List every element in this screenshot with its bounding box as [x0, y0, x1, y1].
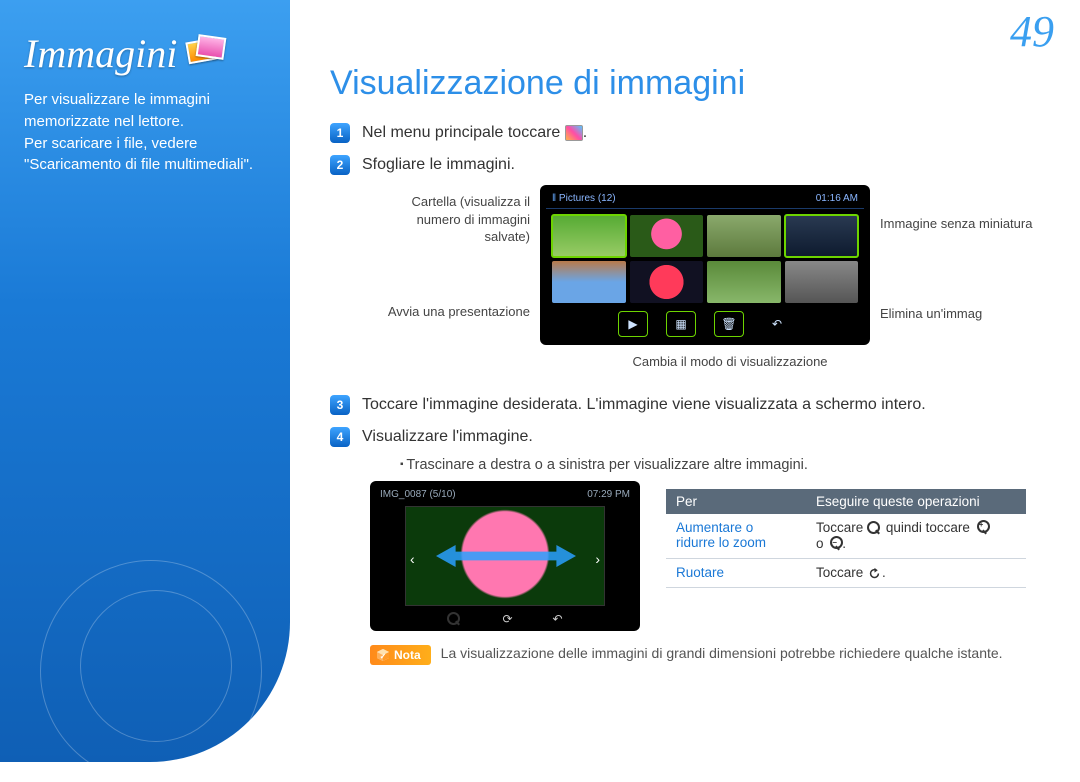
th-ops: Eseguire queste operazioni: [806, 489, 1026, 514]
device2-toolbar: ⟳ ↶: [376, 610, 634, 627]
thumb-green[interactable]: [707, 261, 781, 303]
note: ✓ Nota La visualizzazione delle immagini…: [370, 645, 1052, 665]
step-1-text-b: .: [583, 124, 587, 141]
step-badge-3: 3: [330, 395, 350, 415]
fullscreen-image[interactable]: ‹ ›: [405, 506, 605, 606]
main-content: 49 Visualizzazione di immagini 1 Nel men…: [290, 0, 1080, 762]
table-row-rotate: Ruotare Toccare .: [666, 558, 1026, 587]
sidebar-title: Immagini: [24, 30, 270, 77]
thumb-red[interactable]: [630, 261, 704, 303]
view-mode-button[interactable]: ▦: [666, 311, 696, 337]
step-2: 2 Sfogliare le immagini.: [330, 153, 1052, 177]
step-1-text: Nel menu principale toccare .: [362, 121, 1052, 145]
label-no-thumb: Immagine senza miniatura: [880, 215, 1040, 233]
step-badge-2: 2: [330, 155, 350, 175]
magnifier-plus-icon: [974, 521, 989, 536]
zoom-icon[interactable]: [447, 612, 462, 627]
thumb-sheep[interactable]: [707, 215, 781, 257]
step-4: 4 Visualizzare l'immagine.: [330, 425, 1052, 449]
note-badge-text: Nota: [394, 648, 421, 662]
note-badge: ✓ Nota: [370, 645, 431, 665]
cell-zoom-a: Toccare: [816, 520, 863, 535]
thumb-no-preview[interactable]: [785, 215, 859, 257]
note-text: La visualizzazione delle immagini di gra…: [441, 645, 1003, 661]
th-per: Per: [666, 489, 806, 514]
label-delete: Elimina un'immag: [880, 305, 1040, 323]
table-row-zoom: Aumentare o ridurre lo zoom Toccare quin…: [666, 514, 1026, 558]
label-view-mode: Cambia il modo di visualizzazione: [600, 353, 860, 371]
device-header: ‖ Pictures (12) 01:16 AM: [546, 191, 864, 209]
rotate-icon[interactable]: ⟳: [502, 612, 512, 627]
step-badge-1: 1: [330, 123, 350, 143]
note-cube-icon: ✓: [376, 648, 390, 662]
rotate-icon: [867, 566, 882, 581]
device-header-time: 01:16 AM: [816, 193, 858, 204]
device2-title: IMG_0087 (5/10): [380, 489, 456, 500]
label-folder: Cartella (visualizza il numero di immagi…: [380, 193, 530, 246]
pictures-app-icon: [565, 125, 583, 141]
photos-icon: [185, 36, 227, 72]
swipe-arrow-icon: [436, 545, 576, 567]
delete-button[interactable]: 🗑: [714, 311, 744, 337]
step-2-text: Sfogliare le immagini.: [362, 153, 1052, 177]
step-badge-4: 4: [330, 427, 350, 447]
magnifier-icon: [867, 521, 882, 536]
next-icon[interactable]: ›: [595, 551, 600, 567]
cell-rotate-ops: Toccare .: [806, 558, 1026, 587]
sidebar-title-text: Immagini: [24, 30, 177, 77]
device-toolbar: ▶ ▦ 🗑 ↶: [546, 305, 864, 337]
cell-rotate-a: Toccare: [816, 565, 863, 580]
cell-zoom-b: quindi toccare: [886, 520, 970, 535]
thumb-gray[interactable]: [785, 261, 859, 303]
cell-zoom-label: Aumentare o ridurre lo zoom: [666, 514, 806, 558]
step-4-bullet: Trascinare a destra o a sinistra per vis…: [400, 457, 1052, 473]
magnifier-minus-icon: [827, 537, 842, 552]
sidebar: Immagini Per visualizzare le immagini me…: [0, 0, 290, 762]
manual-page: Immagini Per visualizzare le immagini me…: [0, 0, 1080, 762]
page-number: 49: [1010, 6, 1054, 57]
slideshow-button[interactable]: ▶: [618, 311, 648, 337]
annotated-screenshot-1: Cartella (visualizza il numero di immagi…: [380, 185, 1052, 385]
step-1-text-a: Nel menu principale toccare: [362, 124, 560, 141]
step-3: 3 Toccare l'immagine desiderata. L'immag…: [330, 393, 1052, 417]
device2-header: IMG_0087 (5/10) 07:29 PM: [376, 487, 634, 502]
device-preview-browse: ‖ Pictures (12) 01:16 AM ▶ ▦ 🗑: [540, 185, 870, 345]
main-title: Visualizzazione di immagini: [330, 64, 1052, 103]
back-button[interactable]: ↶: [762, 311, 792, 337]
cell-zoom-ops: Toccare quindi toccare o .: [806, 514, 1026, 558]
fullscreen-row: IMG_0087 (5/10) 07:29 PM ‹ › ⟳ ↶ Per Es: [370, 481, 1052, 631]
svg-text:✓: ✓: [380, 652, 387, 661]
cell-rotate-label: Ruotare: [666, 558, 806, 587]
back-icon[interactable]: ↶: [553, 612, 563, 627]
thumb-arch[interactable]: [552, 261, 626, 303]
step-3-text: Toccare l'immagine desiderata. L'immagin…: [362, 393, 1052, 417]
device-preview-fullscreen: IMG_0087 (5/10) 07:29 PM ‹ › ⟳ ↶: [370, 481, 640, 631]
device2-time: 07:29 PM: [587, 489, 630, 500]
device-header-title: ‖ Pictures (12): [552, 193, 616, 204]
thumb-flower[interactable]: [630, 215, 704, 257]
sidebar-description: Per visualizzare le immagini memorizzate…: [24, 89, 270, 176]
label-slideshow: Avvia una presentazione: [380, 303, 530, 321]
thumbnail-grid: [546, 209, 864, 305]
thumb-folder[interactable]: [552, 215, 626, 257]
step-1: 1 Nel menu principale toccare .: [330, 121, 1052, 145]
prev-icon[interactable]: ‹: [410, 551, 415, 567]
cell-zoom-c: o: [816, 536, 824, 551]
operations-table: Per Eseguire queste operazioni Aumentare…: [666, 489, 1026, 588]
step-4-text: Visualizzare l'immagine.: [362, 425, 1052, 449]
